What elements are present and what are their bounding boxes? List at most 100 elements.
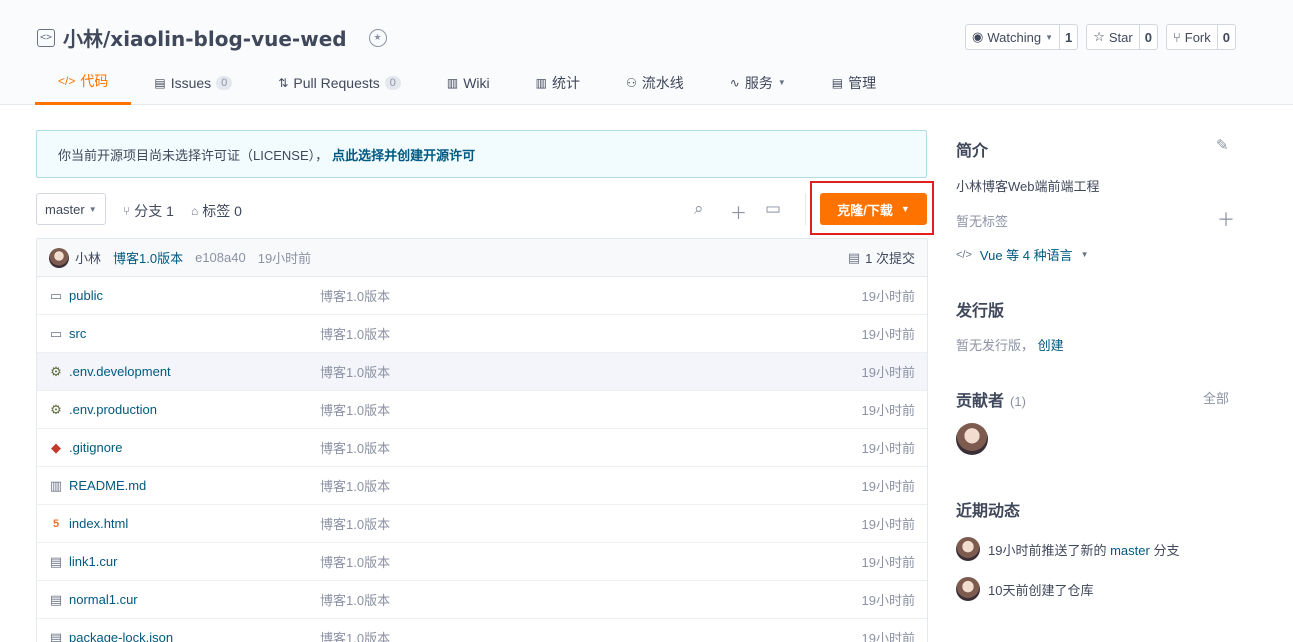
file-name[interactable]: public <box>69 288 320 303</box>
license-notice-text: 你当前开源项目尚未选择许可证（LICENSE）， <box>58 147 329 163</box>
watch-button[interactable]: ◉ Watching ▼ 1 <box>965 24 1079 50</box>
tab-label: Pull Requests <box>293 74 380 91</box>
file-commit-message[interactable]: 博客1.0版本 <box>320 514 390 533</box>
file-commit-message[interactable]: 博客1.0版本 <box>320 590 390 609</box>
commit-message[interactable]: 博客1.0版本 <box>113 248 183 267</box>
tab-issues[interactable]: ▤ Issues 0 <box>131 60 255 105</box>
repo-name[interactable]: 小林/xiaolin-blog-vue-wed <box>63 23 347 52</box>
file-commit-message[interactable]: 博客1.0版本 <box>320 324 390 343</box>
commit-time: 19小时前 <box>257 251 312 266</box>
activity-text: 19小时前推送了新的 <box>988 542 1107 558</box>
tab-label: 统计 <box>552 74 580 91</box>
file-commit-time: 19小时前 <box>861 289 915 304</box>
commit-count-link[interactable]: ▤ 1 次提交 <box>848 248 915 267</box>
activity-text-suffix: 分支 <box>1153 542 1180 558</box>
branches-link[interactable]: ⑂ 分支 1 <box>123 201 174 221</box>
file-row[interactable]: ▤ link1.cur 博客1.0版本 19小时前 <box>37 543 927 581</box>
file-commit-message[interactable]: 博客1.0版本 <box>320 286 390 305</box>
tags-link[interactable]: ⌂ 标签 0 <box>191 201 242 221</box>
star-icon: ☆ <box>1093 29 1105 44</box>
tab-stats[interactable]: ▥ 统计 <box>513 60 603 105</box>
file-commit-message[interactable]: 博客1.0版本 <box>320 400 390 419</box>
tab-code[interactable]: </> 代码 <box>35 60 132 105</box>
create-release-link[interactable]: 创建 <box>1038 338 1064 353</box>
pull-requests-count: 0 <box>384 75 401 90</box>
avatar[interactable] <box>49 247 69 268</box>
folder-icon: ▭ <box>49 287 63 303</box>
tab-label: 流水线 <box>641 74 684 91</box>
toolbar-divider <box>805 193 806 225</box>
contributors-all-link[interactable]: 全部 <box>1203 388 1229 407</box>
file-commit-message[interactable]: 博客1.0版本 <box>320 552 390 571</box>
file-commit-message[interactable]: 博客1.0版本 <box>320 628 390 642</box>
tag-icon: ⌂ <box>191 204 199 218</box>
tab-manage[interactable]: ▤ 管理 <box>809 60 899 105</box>
pipeline-icon: ⚇ <box>626 75 637 90</box>
watch-label: Watching <box>987 29 1042 45</box>
file-row[interactable]: ▤ package-lock.json 博客1.0版本 19小时前 <box>37 619 927 642</box>
file-name[interactable]: link1.cur <box>69 554 320 569</box>
file-name[interactable]: .env.production <box>69 402 320 417</box>
languages-dropdown[interactable]: </> Vue 等 4 种语言 ▼ <box>956 245 1089 264</box>
code-repo-icon: <> <box>37 28 55 47</box>
document-icon: ▤ <box>847 249 861 265</box>
file-row[interactable]: 5 index.html 博客1.0版本 19小时前 <box>37 505 927 543</box>
file-name[interactable]: index.html <box>69 516 320 531</box>
file-name[interactable]: .gitignore <box>69 440 320 455</box>
file-commit-message[interactable]: 博客1.0版本 <box>320 362 390 381</box>
tab-services[interactable]: ∿ 服务 ▼ <box>707 60 809 105</box>
issues-icon: ▤ <box>154 75 166 90</box>
contributors-title: 贡献者 <box>956 393 1005 410</box>
activity-text: 10天前创建了仓库 <box>988 582 1094 598</box>
repo-header: <> 小林/xiaolin-blog-vue-wed ★ ◉ Watching ▼ … <box>0 0 1293 105</box>
file-row[interactable]: ▤ normal1.cur 博客1.0版本 19小时前 <box>37 581 927 619</box>
file-name[interactable]: src <box>69 326 320 341</box>
intro-title: 简介 <box>956 143 989 160</box>
file-row[interactable]: ⚙ .env.development 博客1.0版本 19小时前 <box>37 353 927 391</box>
code-icon: </> <box>58 74 76 88</box>
watch-count[interactable]: 1 <box>1058 25 1077 49</box>
star-button[interactable]: ☆ Star 0 <box>1086 24 1158 50</box>
avatar[interactable] <box>956 577 980 601</box>
contributor-avatar[interactable] <box>956 423 988 455</box>
commit-author[interactable]: 小林 <box>75 248 101 267</box>
file-row[interactable]: ▥ README.md 博客1.0版本 19小时前 <box>37 467 927 505</box>
file-row[interactable]: ▭ src 博客1.0版本 19小时前 <box>37 315 927 353</box>
file-commit-message[interactable]: 博客1.0版本 <box>320 438 390 457</box>
file-row[interactable]: ⚙ .env.production 博客1.0版本 19小时前 <box>37 391 927 429</box>
file-name[interactable]: package-lock.json <box>69 630 320 642</box>
fork-button[interactable]: ⑂ Fork 0 <box>1165 24 1236 50</box>
edit-icon[interactable]: ✎ <box>1216 136 1229 154</box>
file-commit-message[interactable]: 博客1.0版本 <box>320 476 390 495</box>
file-commit-time: 19小时前 <box>861 441 915 456</box>
activity-branch-link[interactable]: master <box>1110 543 1150 558</box>
repo-title: <> 小林/xiaolin-blog-vue-wed ★ <box>37 23 387 52</box>
tab-pipeline[interactable]: ⚇ 流水线 <box>603 60 707 105</box>
wiki-icon: ▥ <box>446 75 459 90</box>
plus-icon[interactable]: ＋ <box>730 199 747 224</box>
pulse-icon: ∿ <box>729 75 740 90</box>
fork-count[interactable]: 0 <box>1216 25 1235 49</box>
file-table: 小林 博客1.0版本 e108a40 19小时前 ▤ 1 次提交 ▭ public… <box>36 238 928 642</box>
bar-chart-icon: ▥ <box>535 75 547 90</box>
tab-wiki[interactable]: ▥ Wiki <box>424 60 513 105</box>
add-tag-icon[interactable]: ＋ <box>1217 206 1235 232</box>
avatar[interactable] <box>956 537 980 561</box>
star-count[interactable]: 0 <box>1138 25 1157 49</box>
file-name[interactable]: README.md <box>69 478 320 493</box>
branches-label: 分支 1 <box>134 203 174 219</box>
file-row[interactable]: ▭ public 博客1.0版本 19小时前 <box>37 277 927 315</box>
languages-label: Vue 等 4 种语言 <box>979 248 1073 263</box>
file-name[interactable]: .env.development <box>69 364 320 379</box>
file-name[interactable]: normal1.cur <box>69 592 320 607</box>
code-icon: </> <box>956 248 972 261</box>
commit-hash[interactable]: e108a40 <box>195 250 246 265</box>
create-license-link[interactable]: 点此选择并创建开源许可 <box>332 145 475 164</box>
file-row[interactable]: ◆ .gitignore 博客1.0版本 19小时前 <box>37 429 927 467</box>
tags-label: 标签 0 <box>202 203 242 219</box>
award-badge-icon[interactable]: ★ <box>368 28 387 47</box>
tab-pull-requests[interactable]: ⇅ Pull Requests 0 <box>255 60 424 105</box>
search-icon[interactable]: ⌕ <box>694 199 704 219</box>
branch-select[interactable]: master ▼ <box>36 193 106 225</box>
monitor-icon[interactable]: ▭ <box>765 199 781 219</box>
